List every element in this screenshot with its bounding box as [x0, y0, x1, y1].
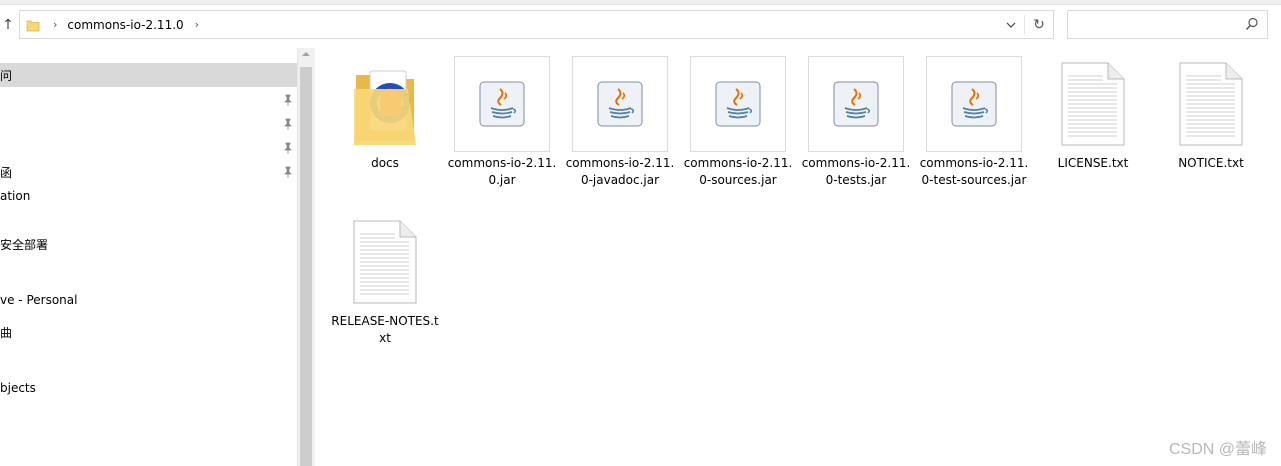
scroll-up-arrow-icon[interactable]: [302, 52, 310, 56]
search-box[interactable]: [1067, 10, 1268, 39]
nav-item-9[interactable]: bjects: [0, 376, 297, 400]
file-item-test-sources-jar[interactable]: commons-io-2.11.0-test-sources.jar: [919, 56, 1029, 189]
window-top-edge: [0, 0, 1281, 5]
nav-item-label: 函: [0, 165, 13, 180]
nav-item-1[interactable]: [0, 88, 297, 112]
text-document-icon: [353, 220, 417, 304]
file-list-area: docs commons-io-2.11.0.jar commons-io-2.…: [314, 48, 1281, 466]
up-button[interactable]: ↑: [0, 12, 16, 38]
java-jar-icon: [833, 81, 879, 127]
scrollbar-thumb[interactable]: [300, 67, 312, 466]
file-item-tests-jar[interactable]: commons-io-2.11.0-tests.jar: [801, 56, 911, 189]
nav-item-label: ve - Personal: [0, 293, 78, 307]
file-thumbnail: [926, 56, 1022, 152]
text-document-icon: [1179, 62, 1243, 146]
refresh-button[interactable]: ↻: [1026, 11, 1052, 38]
pin-icon[interactable]: [282, 118, 294, 130]
file-thumbnail: [1045, 56, 1141, 152]
file-thumbnail: [690, 56, 786, 152]
nav-item-3[interactable]: [0, 136, 297, 160]
file-item-jar[interactable]: commons-io-2.11.0.jar: [447, 56, 557, 189]
folder-icon: [26, 20, 40, 31]
nav-item-6[interactable]: 安全部署: [0, 232, 297, 256]
nav-pane-scrollbar[interactable]: [297, 48, 315, 466]
nav-item-2[interactable]: [0, 112, 297, 136]
java-jar-icon: [479, 81, 525, 127]
file-item-license[interactable]: LICENSE.txt: [1038, 56, 1148, 172]
file-item-sources-jar[interactable]: commons-io-2.11.0-sources.jar: [683, 56, 793, 189]
nav-item-label: 曲: [0, 325, 13, 340]
file-name: docs: [371, 156, 399, 170]
folder-with-documents-icon: [354, 70, 416, 145]
java-jar-icon: [715, 81, 761, 127]
nav-item-8[interactable]: 曲: [0, 320, 297, 344]
up-arrow-icon: ↑: [2, 17, 14, 33]
file-name: LICENSE.txt: [1057, 156, 1129, 170]
navigation-pane: 问 函 ation 安全部署 ve - Personal 曲 bjects: [0, 48, 297, 466]
pin-icon[interactable]: [282, 94, 294, 106]
search-icon: [1245, 17, 1258, 30]
breadcrumb-separator-trailing[interactable]: ›: [195, 18, 199, 31]
refresh-icon: ↻: [1033, 16, 1045, 33]
java-jar-icon: [597, 81, 643, 127]
nav-item-7[interactable]: ve - Personal: [0, 288, 297, 312]
file-thumbnail: [337, 214, 433, 310]
file-thumbnail: [1163, 56, 1259, 152]
address-bar[interactable]: › commons-io-2.11.0 › ↻: [19, 10, 1054, 39]
nav-item-label: ation: [0, 189, 31, 203]
pin-icon[interactable]: [282, 166, 294, 178]
file-item-docs[interactable]: docs: [330, 56, 440, 172]
pin-icon[interactable]: [282, 142, 294, 154]
file-thumbnail: [454, 56, 550, 152]
file-thumbnail: [337, 56, 433, 152]
file-item-notice[interactable]: NOTICE.txt: [1156, 56, 1266, 172]
nav-item-label: bjects: [0, 381, 36, 395]
file-name: commons-io-2.11.0-test-sources.jar: [919, 156, 1029, 187]
text-document-icon: [1061, 62, 1125, 146]
file-name: commons-io-2.11.0-javadoc.jar: [565, 156, 675, 187]
java-jar-icon: [951, 81, 997, 127]
address-divider: [1024, 15, 1025, 34]
nav-item-label: 安全部署: [0, 237, 49, 252]
nav-item-0[interactable]: 问: [0, 63, 297, 87]
file-name: commons-io-2.11.0.jar: [447, 156, 557, 187]
nav-item-label: 问: [0, 68, 13, 83]
address-history-dropdown[interactable]: [999, 11, 1023, 38]
watermark: CSDN @蕾峰: [1168, 441, 1267, 458]
file-name: commons-io-2.11.0-sources.jar: [683, 156, 793, 187]
breadcrumb-separator[interactable]: ›: [53, 18, 57, 31]
file-name: commons-io-2.11.0-tests.jar: [801, 156, 911, 187]
nav-item-4[interactable]: 函: [0, 160, 297, 184]
file-item-release-notes[interactable]: RELEASE-NOTES.txt: [330, 214, 440, 347]
file-name: NOTICE.txt: [1178, 156, 1244, 170]
file-name: RELEASE-NOTES.txt: [331, 314, 439, 345]
breadcrumb-current-folder[interactable]: commons-io-2.11.0: [67, 18, 183, 32]
nav-item-5[interactable]: ation: [0, 184, 297, 208]
file-thumbnail: [808, 56, 904, 152]
chevron-down-icon: [1006, 22, 1016, 28]
file-item-javadoc-jar[interactable]: commons-io-2.11.0-javadoc.jar: [565, 56, 675, 189]
file-thumbnail: [572, 56, 668, 152]
